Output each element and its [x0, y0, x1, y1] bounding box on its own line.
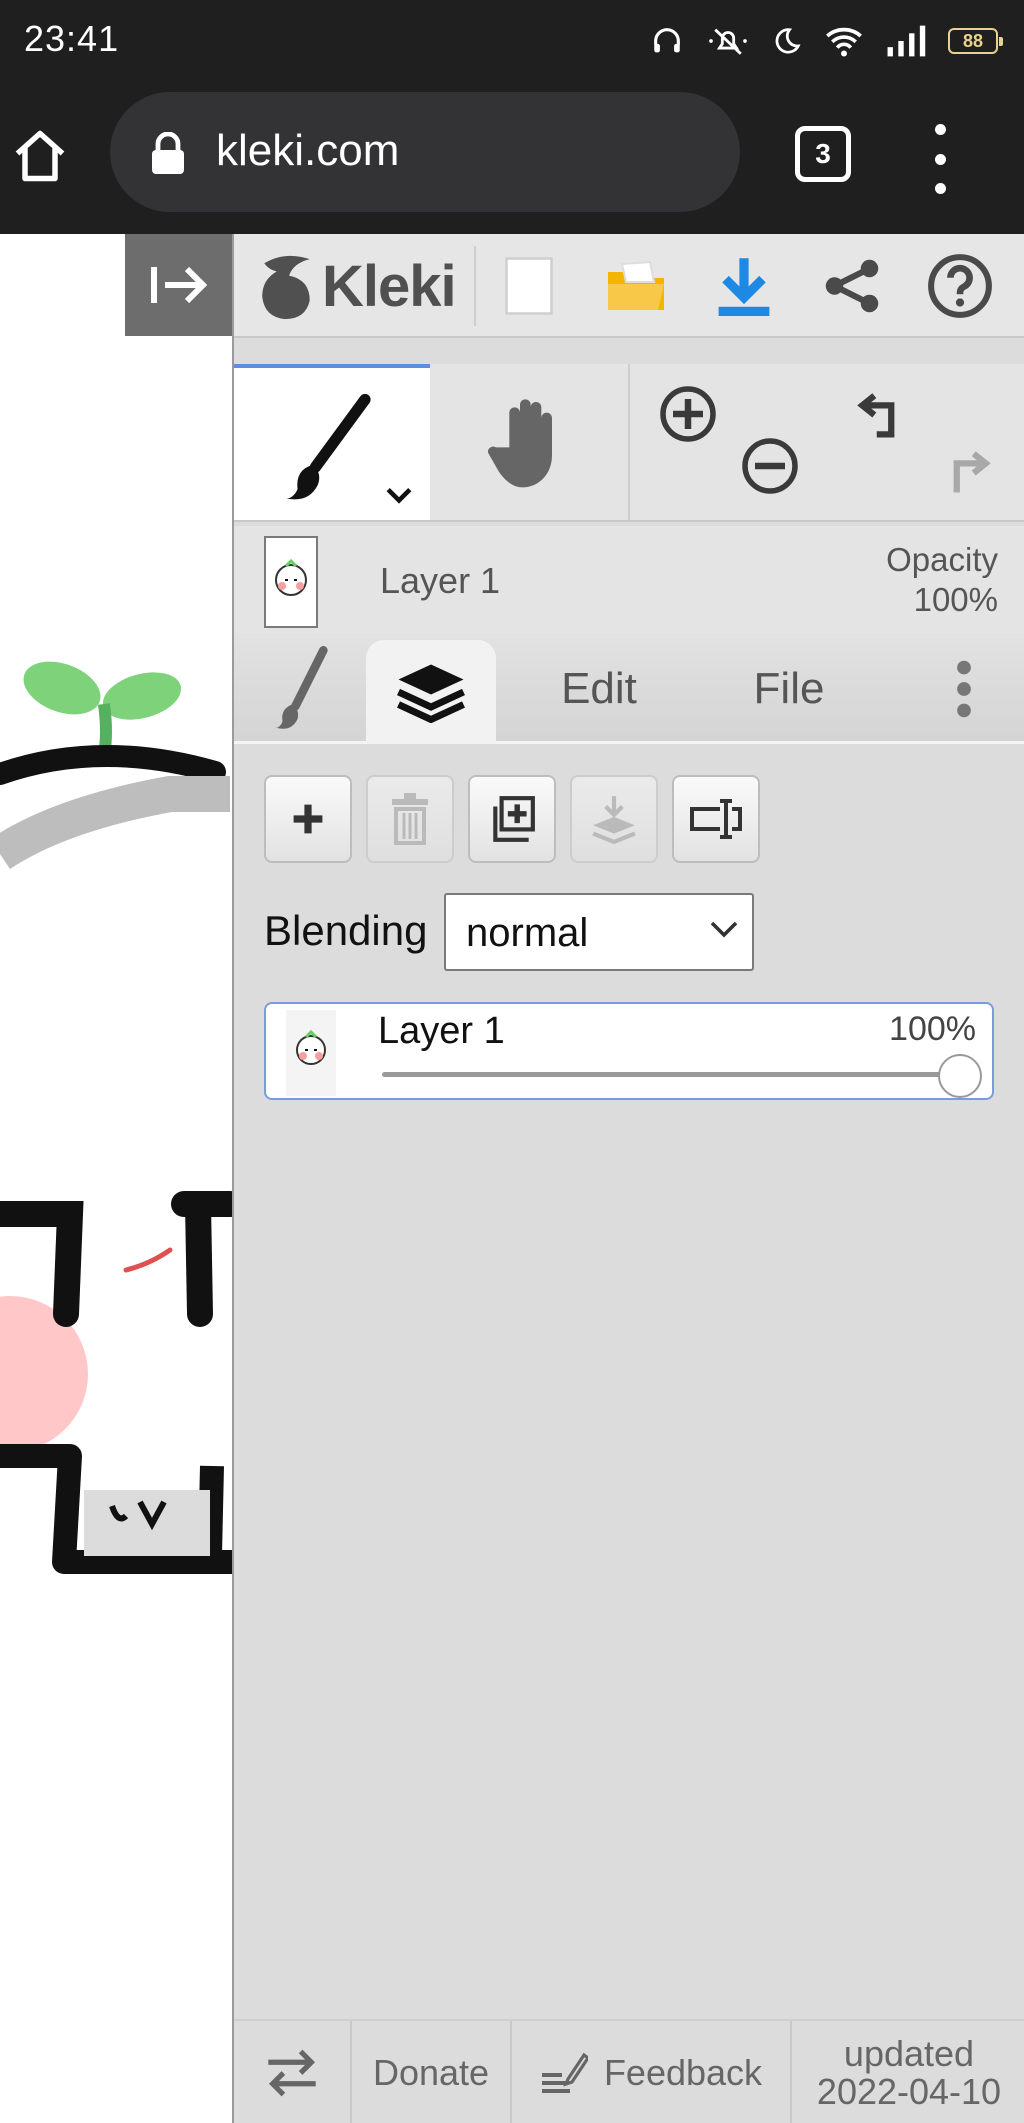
web-page: Kleki Layer 1 Opacity 100% Edit File Ble…: [0, 234, 1024, 2123]
merge-down-icon: [592, 796, 636, 844]
canvas-drawing: [0, 661, 232, 1574]
delete-layer-button[interactable]: [366, 775, 454, 863]
tab-layers[interactable]: [366, 640, 496, 744]
new-image-button[interactable]: [489, 248, 569, 324]
logo-text: Kleki: [322, 253, 457, 319]
share-icon: [825, 259, 879, 313]
tab-more[interactable]: [934, 634, 994, 744]
tab-brush[interactable]: [254, 634, 354, 744]
url-text: kleki.com: [216, 126, 400, 175]
address-bar[interactable]: kleki.com: [110, 92, 740, 212]
duplicate-layer-button[interactable]: [468, 775, 556, 863]
top-toolbar: Kleki: [234, 234, 1024, 338]
redo-icon[interactable]: [934, 444, 994, 502]
merge-down-button[interactable]: [570, 775, 658, 863]
signal-icon: [887, 25, 926, 57]
blending-value: normal: [466, 911, 589, 955]
updated-info: updated 2022-04-10: [792, 2021, 1024, 2123]
hand-tool-button[interactable]: [430, 364, 626, 520]
battery-icon: 88: [948, 28, 1003, 54]
more-vertical-icon: [957, 660, 971, 718]
status-bar: 23:41 88: [0, 0, 1024, 84]
brush-tool-button[interactable]: [234, 364, 430, 520]
home-icon: [15, 130, 65, 182]
tool-row: [234, 364, 1024, 522]
layers-icon: [397, 664, 465, 723]
overflow-menu-icon[interactable]: [920, 124, 960, 194]
wifi-icon: [826, 27, 862, 57]
layer-item-thumbnail-image: [296, 1029, 326, 1065]
help-icon: [928, 254, 992, 318]
mute-icon: [709, 28, 747, 55]
home-button[interactable]: [10, 126, 70, 192]
zoom-out-icon[interactable]: [740, 436, 800, 496]
rename-layer-icon: [690, 799, 742, 839]
moon-icon: [775, 28, 801, 54]
browser-toolbar: kleki.com 3: [0, 84, 1024, 234]
tab-bar: Edit File: [234, 634, 1024, 744]
active-layer-opacity: Opacity 100%: [886, 540, 998, 620]
download-button[interactable]: [704, 248, 784, 324]
rename-layer-button[interactable]: [672, 775, 760, 863]
lock-icon: [152, 132, 184, 174]
headphones-icon: [654, 28, 680, 53]
layer-preview: Layer 1 Opacity 100%: [234, 526, 1024, 634]
open-folder-icon: [608, 260, 664, 310]
feedback-link[interactable]: Feedback: [512, 2021, 792, 2123]
battery-level: 88: [962, 30, 984, 51]
layer-thumbnail: [264, 536, 318, 628]
status-time: 23:41: [24, 18, 120, 59]
brush-icon: [286, 394, 371, 500]
layers-panel: Blending normal Layer 1 100%: [234, 747, 1024, 2047]
opacity-label: Opacity: [886, 541, 998, 578]
status-icons: 88: [650, 18, 1003, 64]
blending-select[interactable]: normal: [444, 893, 754, 971]
collapse-sidebar-icon: [150, 266, 207, 304]
undo-icon[interactable]: [854, 386, 914, 444]
share-button[interactable]: [812, 248, 892, 324]
tab-edit[interactable]: Edit: [534, 634, 664, 744]
tool-sidebar: Kleki Layer 1 Opacity 100% Edit File Ble…: [232, 234, 1024, 2123]
updated-label: updated: [843, 2033, 975, 2074]
add-layer-button[interactable]: [264, 775, 352, 863]
chevron-down-icon: [710, 921, 738, 938]
opacity-value: 100%: [913, 581, 998, 618]
feedback-icon: [541, 2052, 588, 2093]
updated-date: 2022-04-10: [816, 2071, 1002, 2112]
active-layer-name: Layer 1: [380, 560, 501, 601]
open-button[interactable]: [596, 248, 676, 324]
swap-sidebar-button[interactable]: [234, 2021, 352, 2123]
layer-list-item[interactable]: Layer 1 100%: [264, 1002, 994, 1100]
donate-link[interactable]: Donate: [352, 2021, 512, 2123]
tab-switcher-button[interactable]: 3: [795, 126, 851, 182]
tab-file[interactable]: File: [724, 634, 854, 744]
layer-opacity-slider[interactable]: [382, 1072, 962, 1077]
layer-opacity-slider-thumb[interactable]: [938, 1054, 982, 1098]
swap-arrows-icon: [268, 2049, 316, 2097]
new-image-icon: [505, 257, 553, 315]
download-icon: [718, 258, 770, 316]
collapse-sidebar-button[interactable]: [125, 234, 232, 336]
brush-tab-icon: [276, 646, 328, 729]
sidebar-footer: Donate Feedback updated 2022-04-10: [234, 2019, 1024, 2123]
add-layer-icon: [293, 804, 323, 834]
kleki-logo-icon: [262, 255, 310, 320]
drawing-canvas[interactable]: [0, 234, 232, 2123]
chevron-down-icon[interactable]: [386, 486, 412, 504]
zoom-in-icon[interactable]: [658, 384, 718, 444]
feedback-label: Feedback: [603, 2052, 763, 2093]
hand-icon: [488, 399, 552, 488]
kleki-logo[interactable]: Kleki: [256, 248, 457, 324]
layer-item-opacity: 100%: [889, 1010, 976, 1048]
delete-layer-icon: [392, 793, 428, 845]
duplicate-layer-icon: [493, 796, 535, 842]
help-button[interactable]: [920, 248, 1000, 324]
blending-label: Blending: [264, 907, 428, 954]
layer-item-thumbnail: [286, 1010, 336, 1096]
layer-thumbnail-image: [275, 558, 307, 596]
layer-item-name: Layer 1: [378, 1010, 505, 1052]
